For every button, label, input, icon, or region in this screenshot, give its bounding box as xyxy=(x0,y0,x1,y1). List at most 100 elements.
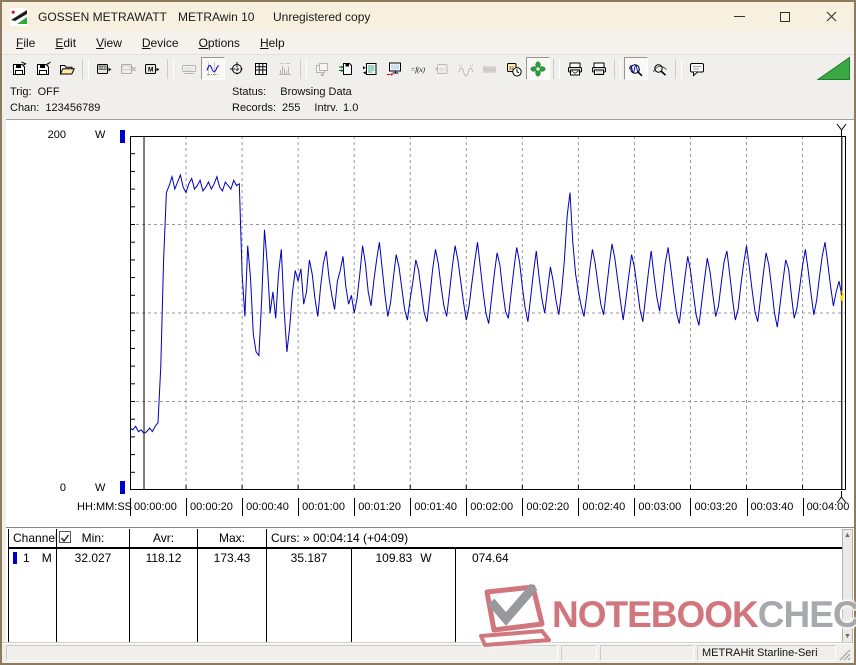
watermark-primary: NOTEBOOK xyxy=(552,594,759,635)
title-license: Unregistered copy xyxy=(273,9,371,24)
chart-panel: 200 W 0 W HH:MM:SS 00:00:00 00:00:20 00:00… xyxy=(6,119,854,527)
channel-marker-top xyxy=(120,130,125,143)
minimize-button[interactable] xyxy=(716,2,762,31)
wave-dense-icon xyxy=(482,65,497,73)
x-tick-label: 00:03:00 xyxy=(638,501,682,513)
cursor-mode-button[interactable] xyxy=(225,57,249,80)
notebookcheck-laptop-icon xyxy=(479,583,551,647)
wave-low-icon xyxy=(458,64,474,77)
online-monitor-button[interactable] xyxy=(382,57,406,80)
trig-value: OFF xyxy=(37,86,60,98)
store-disk-button[interactable] xyxy=(334,57,358,80)
zoom-wave-icon xyxy=(629,63,643,76)
open-button[interactable] xyxy=(55,57,79,80)
save-as-button[interactable] xyxy=(31,57,55,80)
cursor-handle-top[interactable] xyxy=(836,123,847,137)
menu-options[interactable]: Options xyxy=(189,33,250,53)
title-bar: GOSSEN METRAWATT METRAwin 10 Unregistere… xyxy=(2,2,854,31)
x-tick-label: 00:00:40 xyxy=(246,501,289,513)
cell-channel: 1 M xyxy=(8,549,56,643)
print-button[interactable] xyxy=(587,57,611,80)
annotation-button[interactable] xyxy=(685,57,709,80)
table-header-row: Channel: Min: Avr: Max: Curs: » 00:04:14… xyxy=(8,529,843,549)
zoom-window-button[interactable] xyxy=(648,57,672,80)
x-tick xyxy=(410,498,412,516)
toolbar: 321 M 1257 =f(x) 321 32 xyxy=(2,54,854,82)
monitor-transfer-icon xyxy=(387,62,401,76)
x-tick-label: 00:03:40 xyxy=(750,501,794,513)
svg-text:321: 321 xyxy=(439,67,445,71)
zoom-x-button[interactable] xyxy=(624,57,648,80)
x-tick xyxy=(186,498,188,516)
cell-cursor-b: 109.83 W xyxy=(351,549,455,643)
x-tick xyxy=(522,498,524,516)
printer-mail-icon xyxy=(568,62,582,75)
cursor-handle-bottom[interactable] xyxy=(836,490,847,504)
x-tick-label: 00:01:00 xyxy=(302,501,345,513)
maximize-button[interactable] xyxy=(762,2,808,31)
formula-button[interactable]: =f(x) xyxy=(406,57,430,80)
maximize-icon xyxy=(780,11,790,22)
time-axis: HH:MM:SS 00:00:00 00:00:20 00:00:40 00:01:0… xyxy=(6,498,854,518)
cell-cursor-b-unit: W xyxy=(420,551,432,565)
save-button[interactable] xyxy=(7,57,31,80)
waveform-plot[interactable] xyxy=(129,136,846,490)
records-label: Records: xyxy=(232,102,277,114)
svg-text:M: M xyxy=(148,66,153,73)
x-tick xyxy=(354,498,356,516)
device-settings-button: 321 xyxy=(430,57,454,80)
title-app: METRAwin 10 xyxy=(178,9,255,24)
cell-max: 173.43 xyxy=(197,549,266,643)
export-view-button xyxy=(310,57,334,80)
floppy-out-icon xyxy=(13,61,27,75)
speech-bubble-icon xyxy=(690,62,704,77)
svg-text:1257: 1257 xyxy=(184,66,194,71)
disk-transfer-icon xyxy=(339,62,352,75)
histogram-view-button xyxy=(273,57,297,80)
zoom-curve-icon xyxy=(653,63,667,76)
live-record-button[interactable] xyxy=(526,57,550,80)
printer-icon xyxy=(592,62,606,75)
channel-setup-button[interactable] xyxy=(358,57,382,80)
curve-view-button[interactable] xyxy=(201,57,225,80)
crosshair-icon xyxy=(230,61,244,76)
toolbar-separator xyxy=(167,58,174,79)
x-tick xyxy=(802,498,804,516)
x-tick-label: 00:03:20 xyxy=(694,501,738,513)
timer-icon: 32 xyxy=(507,62,522,76)
scroll-up-icon[interactable]: ▲ xyxy=(843,530,852,541)
analog-wave-button xyxy=(454,57,478,80)
folder-open-icon xyxy=(59,64,75,74)
device-m-icon: M xyxy=(145,63,160,74)
menu-view[interactable]: View xyxy=(86,33,132,53)
resize-grip[interactable] xyxy=(839,645,852,661)
status-label: Status: xyxy=(232,86,267,98)
menu-edit[interactable]: Edit xyxy=(45,33,86,53)
x-tick xyxy=(130,498,131,516)
device-321-icon: 321 xyxy=(97,63,112,74)
cell-mode: M xyxy=(41,551,52,565)
menu-device[interactable]: Device xyxy=(132,33,189,53)
menu-help[interactable]: Help xyxy=(250,33,295,53)
print-report-button[interactable] xyxy=(563,57,587,80)
x-tick xyxy=(242,498,244,516)
device-read-button[interactable]: 321 xyxy=(92,57,116,80)
x-tick-label: 00:00:20 xyxy=(190,501,233,513)
table-view-button[interactable] xyxy=(249,57,273,80)
device-memory-button[interactable]: M xyxy=(140,57,164,80)
svg-text:321: 321 xyxy=(100,65,106,69)
statusbar-panel-2 xyxy=(561,645,597,661)
record-timer-button[interactable]: 32 xyxy=(502,57,526,80)
watermark-secondary: CHECK xyxy=(757,594,856,635)
x-tick-label: 00:02:00 xyxy=(470,501,514,513)
notebookcheck-watermark: NOTEBOOKCHECK xyxy=(476,583,856,647)
y-max-unit: W xyxy=(95,129,106,141)
menu-file[interactable]: File xyxy=(6,33,45,53)
noise-wave-button xyxy=(478,57,502,80)
y-min-unit: W xyxy=(95,482,106,494)
channel-visible-checkbox[interactable] xyxy=(59,531,71,543)
svg-text:=f(x): =f(x) xyxy=(411,66,426,74)
x-tick xyxy=(634,498,636,516)
y-min-label: 0 xyxy=(59,482,66,494)
close-button[interactable] xyxy=(808,2,854,31)
